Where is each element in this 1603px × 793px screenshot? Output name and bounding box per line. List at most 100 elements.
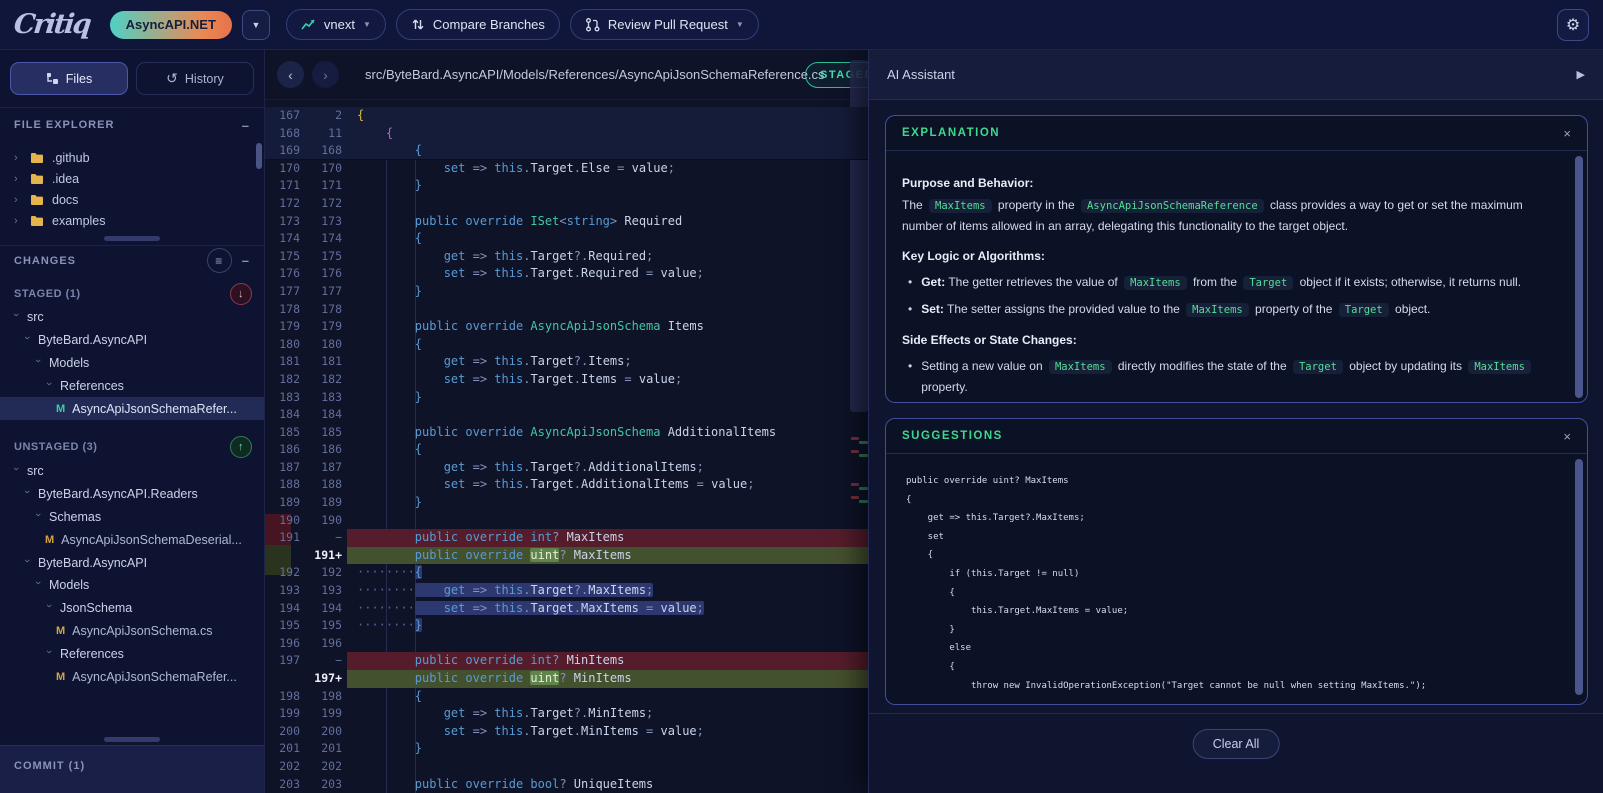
- close-icon[interactable]: ×: [1563, 429, 1571, 444]
- code-line[interactable]: 182 182 set => this.Target.Items = value;: [265, 371, 880, 389]
- code-line[interactable]: 175 175 get => this.Target?.Required;: [265, 248, 880, 266]
- code-line[interactable]: 195 195 ········}: [265, 617, 880, 635]
- review-pull-request-button[interactable]: Review Pull Request ▼: [569, 9, 759, 40]
- code-line[interactable]: 172 172: [265, 195, 880, 213]
- panel-resize-handle[interactable]: [104, 236, 160, 241]
- code-line[interactable]: 196 196: [265, 635, 880, 653]
- code-line[interactable]: 173 173 public override ISet<string> Requ…: [265, 213, 880, 231]
- branch-name: vnext: [323, 17, 355, 32]
- ai-assistant-panel: AI Assistant ▶ EXPLANATION × Purpose and…: [868, 50, 1603, 793]
- code-line[interactable]: 200 200 set => this.Target.MinItems = val…: [265, 723, 880, 741]
- code-line[interactable]: 171 171 }: [265, 177, 880, 195]
- collapse-section-button[interactable]: –: [242, 118, 250, 133]
- code-diff-view[interactable]: 167 2{168 11 {169 168 {170 170 set => this.T…: [265, 107, 880, 793]
- tree-dir-item[interactable]: › Models: [0, 352, 264, 375]
- code-line[interactable]: 191 − public override int? MaxItems: [265, 529, 880, 547]
- code-line[interactable]: 203 203 public override bool? UniqueItems: [265, 776, 880, 793]
- code-line-content: {: [347, 336, 880, 354]
- explorer-folder-item[interactable]: › docs: [0, 189, 264, 210]
- changed-file-item[interactable]: M AsyncApiJsonSchema.cs: [0, 620, 264, 643]
- code-line[interactable]: 178 178: [265, 301, 880, 319]
- code-token: {: [414, 143, 423, 158]
- code-line[interactable]: 186 186 {: [265, 441, 880, 459]
- tree-dir-item[interactable]: › ByteBard.AsyncAPI.Readers: [0, 483, 264, 506]
- old-line-number: 177: [279, 283, 300, 298]
- unstage-all-button[interactable]: ↓: [230, 283, 252, 305]
- tab-history[interactable]: ↺ History: [136, 62, 254, 95]
- code-line[interactable]: 189 189 }: [265, 494, 880, 512]
- code-line[interactable]: 193 193 ········ get => this.Target?.MaxIt…: [265, 582, 880, 600]
- tree-dir-item[interactable]: › References: [0, 642, 264, 665]
- compare-branches-button[interactable]: Compare Branches: [395, 9, 560, 40]
- panel-resize-handle[interactable]: [104, 737, 160, 742]
- dir-name: Models: [49, 355, 90, 370]
- tree-dir-item[interactable]: › ByteBard.AsyncAPI: [0, 551, 264, 574]
- project-dropdown-button[interactable]: ▼: [241, 9, 270, 40]
- code-line[interactable]: 187 187 get => this.Target?.AdditionalIte…: [265, 459, 880, 477]
- branch-selector-button[interactable]: vnext ▼: [285, 9, 386, 40]
- code-line[interactable]: 169 168 {: [265, 142, 880, 160]
- code-line[interactable]: 198 198 {: [265, 688, 880, 706]
- suggestions-scrollbar[interactable]: [1575, 459, 1583, 695]
- code-line[interactable]: 197 − public override int? MinItems: [265, 652, 880, 670]
- explorer-folder-item[interactable]: › .idea: [0, 168, 264, 189]
- tab-files[interactable]: Files: [10, 62, 128, 95]
- new-line-number: 172: [321, 195, 342, 210]
- chevron-right-icon: ›: [323, 66, 328, 83]
- tree-dir-item[interactable]: › References: [0, 374, 264, 397]
- code-line[interactable]: 197+ public override uint? MinItems: [265, 670, 880, 688]
- tree-dir-item[interactable]: › src: [0, 460, 264, 483]
- project-badge[interactable]: AsyncAPI.NET: [109, 10, 232, 39]
- code-line[interactable]: 183 183 }: [265, 389, 880, 407]
- previous-file-button[interactable]: ‹: [277, 61, 304, 88]
- code-line[interactable]: 194 194 ········ set => this.Target.MaxIte…: [265, 600, 880, 618]
- changes-menu-button[interactable]: ≡: [206, 248, 232, 273]
- next-file-button[interactable]: ›: [312, 61, 339, 88]
- clear-all-button[interactable]: Clear All: [1192, 729, 1280, 759]
- tree-dir-item[interactable]: › ByteBard.AsyncAPI: [0, 329, 264, 352]
- stage-all-button[interactable]: ↑: [230, 436, 252, 458]
- code-line[interactable]: 202 202: [265, 758, 880, 776]
- old-line-number: 200: [279, 723, 300, 738]
- changed-file-item[interactable]: M AsyncApiJsonSchemaRefer...: [0, 397, 264, 420]
- code-line[interactable]: 185 185 public override AsyncApiJsonSchem…: [265, 424, 880, 442]
- code-line[interactable]: 188 188 set => this.Target.AdditionalItem…: [265, 476, 880, 494]
- code-line[interactable]: 174 174 {: [265, 230, 880, 248]
- dir-name: Schemas: [49, 509, 102, 524]
- tree-dir-item[interactable]: › Models: [0, 574, 264, 597]
- close-icon[interactable]: ×: [1563, 126, 1571, 141]
- code-line[interactable]: 181 181 get => this.Target?.Items;: [265, 353, 880, 371]
- code-token: ?: [559, 776, 574, 791]
- code-line[interactable]: 192 192 ········{: [265, 564, 880, 582]
- commit-section[interactable]: COMMIT (1): [0, 745, 264, 793]
- code-line[interactable]: 191+ public override uint? MaxItems: [265, 546, 880, 565]
- code-line[interactable]: 190 190: [265, 512, 880, 530]
- code-line[interactable]: 184 184: [265, 406, 880, 424]
- code-line[interactable]: 179 179 public override AsyncApiJsonSchem…: [265, 318, 880, 336]
- collapse-section-button[interactable]: –: [242, 253, 250, 268]
- dir-name: ByteBard.AsyncAPI.Readers: [38, 487, 198, 502]
- code-line[interactable]: 170 170 set => this.Target.Else = value;: [265, 160, 880, 178]
- code-line[interactable]: 177 177 }: [265, 283, 880, 301]
- code-line[interactable]: 180 180 {: [265, 336, 880, 354]
- changed-file-item[interactable]: M AsyncApiJsonSchemaDeserial...: [0, 528, 264, 551]
- tree-dir-item[interactable]: › Schemas: [0, 506, 264, 529]
- code-line[interactable]: 167 2 {: [265, 107, 880, 125]
- code-token: ;: [696, 723, 704, 738]
- explorer-folder-item[interactable]: › examples: [0, 210, 264, 231]
- code-line[interactable]: 199 199 get => this.Target?.MinItems;: [265, 705, 880, 723]
- code-line[interactable]: 201 201 }: [265, 740, 880, 758]
- tree-dir-item[interactable]: › src: [0, 306, 264, 329]
- explanation-scrollbar[interactable]: [1575, 156, 1583, 398]
- tree-dir-item[interactable]: › JsonSchema: [0, 597, 264, 620]
- explorer-folder-item[interactable]: › .github: [0, 147, 264, 168]
- collapse-panel-icon[interactable]: ▶: [1577, 68, 1585, 81]
- explorer-scrollbar[interactable]: [256, 143, 262, 169]
- new-line-number: 185: [321, 424, 342, 439]
- changed-file-item[interactable]: M AsyncApiJsonSchemaRefer...: [0, 665, 264, 688]
- code-line[interactable]: 176 176 set => this.Target.Required = val…: [265, 265, 880, 283]
- settings-button[interactable]: ⚙: [1557, 8, 1589, 41]
- code-line[interactable]: 168 11 {: [265, 124, 880, 143]
